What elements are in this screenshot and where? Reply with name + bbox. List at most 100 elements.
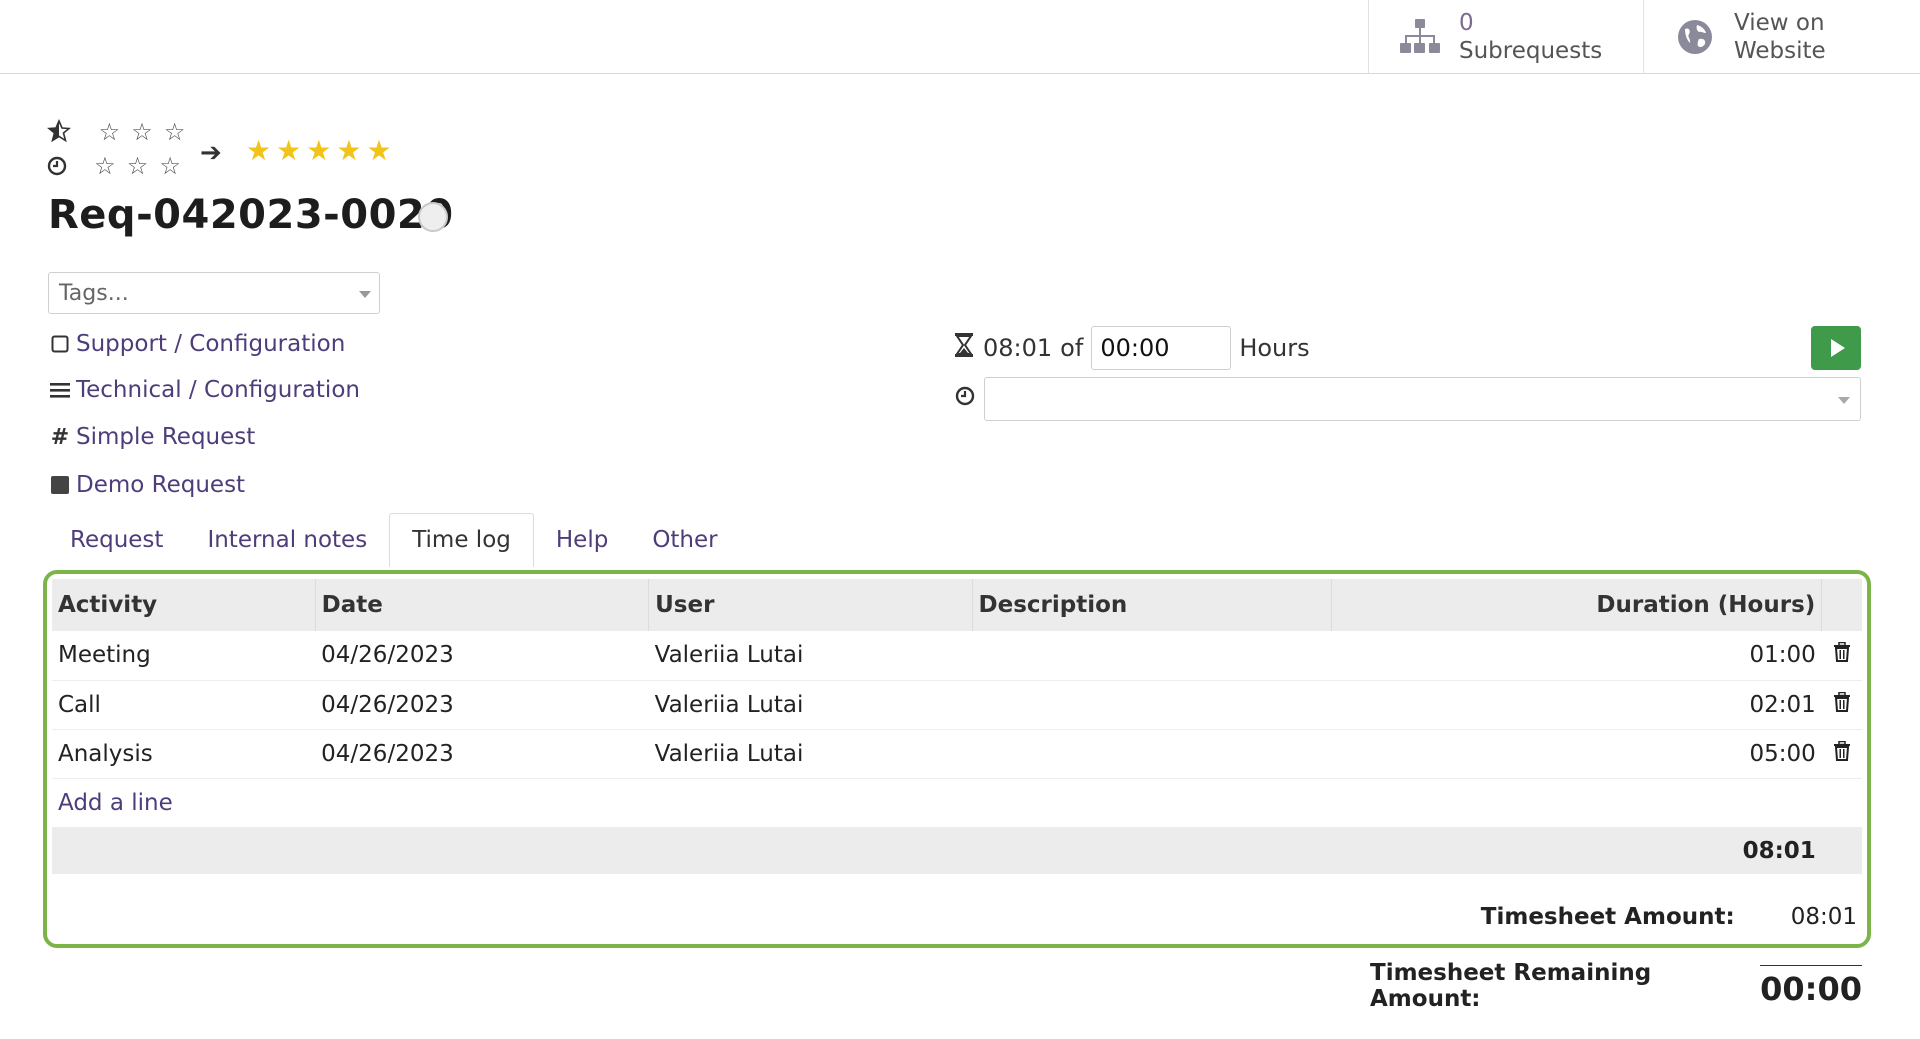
category-link[interactable]: Support / Configuration [76, 331, 345, 357]
duration-cell[interactable]: 05:00 [1331, 729, 1822, 779]
column-header-user[interactable]: User [648, 579, 973, 631]
time-log-panel: Activity Date User Description Duration … [43, 570, 1871, 948]
column-header-actions [1822, 579, 1862, 631]
chevron-down-icon [359, 291, 371, 298]
planned-hours-input[interactable] [1091, 326, 1232, 370]
timesheet-amount: Timesheet Amount: 08:01 [1481, 904, 1857, 930]
hours-unit-label: Hours [1239, 334, 1310, 362]
subrequests-label: Subrequests [1459, 37, 1603, 64]
filled-star-icon: ★ [366, 134, 392, 167]
column-header-description[interactable]: Description [972, 579, 1333, 631]
star-icon[interactable]: ☆ [99, 118, 121, 146]
table-row[interactable]: Analysis 04/26/2023 Valeriia Lutai 05:00 [52, 729, 1862, 779]
sitemap-icon [1399, 17, 1441, 57]
tags-input[interactable]: Tags... [48, 272, 380, 314]
globe-icon [1674, 17, 1716, 57]
website-label-line1: View on [1734, 9, 1825, 36]
tab-other[interactable]: Other [630, 513, 739, 567]
bars-icon [48, 381, 72, 399]
service-field[interactable]: Technical / Configuration [48, 377, 360, 403]
notebook-tabs: Request Internal notes Time log Help Oth… [48, 513, 740, 567]
timer-row: 08:01 of Hours [955, 326, 1310, 370]
of-label: of [1060, 334, 1084, 362]
description-cell[interactable] [972, 680, 1332, 730]
add-a-line-link[interactable]: Add a line [58, 790, 173, 816]
time-log-table: Activity Date User Description Duration … [52, 579, 1862, 874]
subrequests-count: 0 [1459, 9, 1474, 36]
tags-placeholder: Tags... [59, 280, 129, 306]
table-header: Activity Date User Description Duration … [52, 579, 1862, 631]
category-field[interactable]: Support / Configuration [48, 331, 345, 357]
date-cell[interactable]: 04/26/2023 [315, 631, 649, 681]
play-icon [1831, 339, 1845, 357]
hashtag-icon: # [50, 424, 70, 450]
timesheet-amount-label: Timesheet Amount: [1480, 904, 1735, 930]
arrow-right-icon: ➔ [200, 138, 222, 168]
date-cell[interactable]: 04/26/2023 [315, 729, 649, 779]
trash-icon[interactable] [1821, 680, 1862, 730]
top-button-bar: 0 Subrequests View on Website [0, 0, 1920, 74]
total-row: 08:01 [52, 827, 1862, 874]
activity-select[interactable] [984, 377, 1861, 421]
type-link[interactable]: Simple Request [76, 424, 255, 450]
activity-cell[interactable]: Call [52, 680, 316, 730]
star-icon[interactable]: ☆ [164, 118, 186, 146]
clock-icon [47, 156, 72, 178]
column-header-duration[interactable]: Duration (Hours) [1331, 579, 1823, 631]
chevron-down-icon [1838, 397, 1850, 404]
subrequests-button[interactable]: 0 Subrequests [1368, 0, 1643, 73]
date-cell[interactable]: 04/26/2023 [315, 680, 649, 730]
filled-star-icon: ★ [306, 134, 332, 167]
tab-time-log[interactable]: Time log [389, 513, 534, 567]
add-line-row: Add a line [52, 778, 1862, 827]
star-icon[interactable]: ☆ [94, 152, 116, 180]
start-timer-button[interactable] [1811, 326, 1861, 370]
service-link[interactable]: Technical / Configuration [76, 377, 360, 403]
table-row[interactable]: Call 04/26/2023 Valeriia Lutai 02:01 [52, 680, 1862, 730]
trash-icon[interactable] [1821, 729, 1862, 779]
type-field[interactable]: # Simple Request [48, 424, 256, 450]
total-duration: 08:01 [52, 827, 1822, 874]
activity-cell[interactable]: Meeting [52, 631, 316, 681]
website-label-line2: Website [1734, 37, 1826, 64]
square-filled-icon [48, 476, 72, 494]
star-icon[interactable]: ☆ [131, 118, 153, 146]
timesheet-remaining: Timesheet Remaining Amount: 00:00 [1370, 960, 1862, 1012]
clock-icon [955, 386, 975, 410]
user-cell[interactable]: Valeriia Lutai [648, 631, 973, 681]
star-icon[interactable]: ☆ [127, 152, 149, 180]
timesheet-remaining-label: Timesheet Remaining Amount: [1370, 960, 1652, 1012]
priority-row: ☆ ☆ ☆ [46, 118, 191, 146]
hourglass-icon [955, 333, 973, 363]
trash-icon[interactable] [1821, 631, 1862, 681]
deadline-priority-row: ☆ ☆ ☆ [47, 152, 187, 180]
description-cell[interactable] [972, 631, 1332, 681]
star-icon[interactable]: ☆ [159, 152, 181, 180]
kanban-state-indicator[interactable] [418, 202, 448, 232]
view-on-website-button[interactable]: View on Website [1643, 0, 1920, 73]
table-row[interactable]: Meeting 04/26/2023 Valeriia Lutai 01:00 [52, 631, 1862, 681]
duration-cell[interactable]: 02:01 [1331, 680, 1822, 730]
elapsed-time: 08:01 [983, 334, 1053, 362]
user-cell[interactable]: Valeriia Lutai [648, 680, 973, 730]
square-outline-icon [48, 335, 72, 353]
column-header-activity[interactable]: Activity [52, 579, 316, 631]
record-title: Req-042023-0020 [48, 192, 454, 238]
tab-help[interactable]: Help [534, 513, 630, 567]
user-cell[interactable]: Valeriia Lutai [648, 729, 973, 779]
timesheet-remaining-value: 00:00 [1760, 964, 1862, 1008]
column-header-date[interactable]: Date [315, 579, 650, 631]
filled-star-icon: ★ [276, 134, 302, 167]
kind-link[interactable]: Demo Request [76, 472, 245, 498]
filled-star-icon: ★ [336, 134, 362, 167]
timesheet-amount-value: 08:01 [1790, 904, 1857, 930]
half-star-icon [46, 118, 79, 146]
target-priority-stars[interactable]: ★ ★ ★ ★ ★ [246, 134, 397, 167]
kind-field[interactable]: Demo Request [48, 472, 245, 498]
tab-request[interactable]: Request [48, 513, 185, 567]
activity-cell[interactable]: Analysis [52, 729, 316, 779]
duration-cell[interactable]: 01:00 [1331, 631, 1822, 681]
description-cell[interactable] [972, 729, 1332, 779]
filled-star-icon: ★ [246, 134, 272, 167]
tab-internal-notes[interactable]: Internal notes [185, 513, 389, 567]
